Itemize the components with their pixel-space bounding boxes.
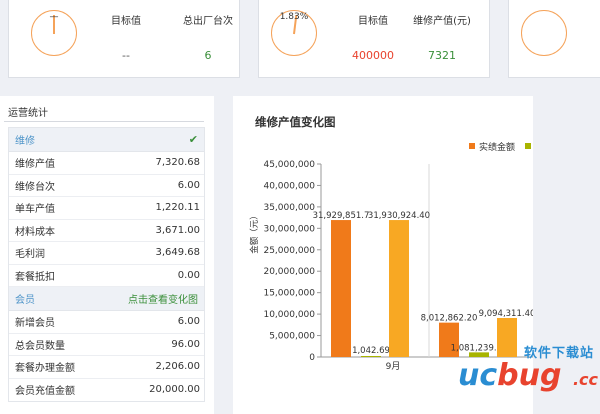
bar-data-label: 31,929,851.7 (313, 211, 370, 221)
kpi-factory-count-value: 6 (204, 49, 212, 62)
bar (331, 220, 351, 357)
bar-data-label: 9,094,311.40 (479, 309, 533, 319)
table-row: 单车产值 1,220.11 (9, 197, 204, 220)
bar-data-label: 31,930,924.40 (368, 211, 430, 221)
repair-section-header[interactable]: 维修 ✔ (9, 128, 204, 152)
row-value: 0.00 (177, 269, 200, 281)
row-label: 套餐抵扣 (15, 271, 55, 283)
row-label: 材料成本 (15, 226, 55, 238)
table-row: 新增会员 6.00 (9, 311, 204, 334)
row-value: 3,671.00 (155, 224, 200, 236)
kpi-card-factory-count: — 目标值 -- 总出厂台次 6 (8, 0, 240, 78)
table-row: 会员充值金额 20,000.00 (9, 379, 204, 402)
table-row: 维修产值 7,320.68 (9, 152, 204, 175)
table-row: 套餐抵扣 0.00 (9, 265, 204, 287)
row-value: 6.00 (177, 179, 200, 191)
stats-table: 维修 ✔ 维修产值 7,320.68 维修台次 6.00 单车产值 1,220.11 … (8, 127, 205, 402)
x-tick-label: 9月 (386, 361, 401, 372)
row-label: 维修产值 (15, 159, 55, 171)
y-tick-label: 45,000,000 (263, 160, 315, 170)
y-tick-label: 20,000,000 (263, 267, 315, 277)
y-tick-label: 15,000,000 (263, 289, 315, 299)
row-label: 总会员数量 (15, 340, 65, 352)
stats-panel-title: 运营统计 (8, 108, 48, 119)
progress-gauge: — (31, 10, 77, 56)
y-tick-label: 0 (309, 353, 315, 363)
repair-section-label: 维修 (15, 136, 35, 147)
row-value: 6.00 (177, 316, 200, 328)
kpi-factory-count-label: 总出厂台次 (183, 16, 233, 27)
legend-swatch (469, 143, 475, 149)
kpi-card-partial (508, 0, 600, 78)
divider (4, 121, 204, 122)
watermark-logo: ucbug (458, 358, 561, 393)
y-axis-title: 金额（元） (249, 211, 260, 254)
y-tick-label: 40,000,000 (263, 181, 315, 191)
row-label: 单车产值 (15, 204, 55, 216)
row-label: 新增会员 (15, 318, 55, 330)
view-change-chart-link[interactable]: 点击查看变化图 (128, 291, 198, 306)
watermark-logo-a: uc (458, 358, 498, 393)
progress-gauge: 1.83% (271, 10, 317, 56)
y-tick-label: 5,000,000 (269, 332, 315, 342)
row-value: 3,649.68 (155, 247, 200, 259)
row-value: 20,000.00 (149, 384, 200, 396)
table-row: 材料成本 3,671.00 (9, 220, 204, 242)
row-label: 维修台次 (15, 181, 55, 193)
legend-swatch (525, 143, 531, 149)
check-icon: ✔ (188, 133, 198, 146)
gauge-percent: — (49, 12, 59, 22)
table-row: 毛利润 3,649.68 (9, 242, 204, 265)
kpi-repair-output-value: 7321 (428, 49, 456, 62)
member-section-header[interactable]: 会员 点击查看变化图 (9, 287, 204, 311)
bar (361, 356, 381, 357)
row-value: 96.00 (171, 338, 200, 350)
legend-label: 实绩金额 (479, 141, 515, 153)
table-row: 总会员数量 96.00 (9, 334, 204, 356)
kpi-target-value: -- (122, 49, 130, 62)
site-watermark: 软件下载站 ucbug .cc (458, 338, 600, 408)
table-row: 套餐办理金额 2,206.00 (9, 356, 204, 379)
watermark-suffix: .cc (572, 370, 598, 389)
table-row: 维修台次 6.00 (9, 175, 204, 197)
y-tick-label: 30,000,000 (263, 224, 315, 234)
progress-gauge (521, 10, 567, 56)
row-value: 2,206.00 (155, 361, 200, 373)
watermark-logo-b: bug (497, 358, 562, 393)
row-label: 套餐办理金额 (15, 363, 75, 375)
bar-data-label: 1,042.69 (352, 346, 390, 356)
gauge-percent: 1.83% (279, 12, 309, 22)
y-tick-label: 25,000,000 (263, 246, 315, 256)
member-section-label: 会员 (15, 295, 35, 306)
y-tick-label: 35,000,000 (263, 203, 315, 213)
row-value: 1,220.11 (155, 202, 200, 214)
bar-data-label: 8,012,862.20 (421, 314, 478, 324)
row-value: 7,320.68 (155, 157, 200, 169)
kpi-target-value: 400000 (352, 49, 394, 62)
y-tick-label: 10,000,000 (263, 310, 315, 320)
row-label: 会员充值金额 (15, 386, 75, 398)
kpi-target-label: 目标值 (111, 16, 141, 27)
kpi-card-repair-output: 1.83% 目标值 400000 维修产值(元) 7321 (258, 0, 490, 78)
operations-stats-panel: 运营统计 维修 ✔ 维修产值 7,320.68 维修台次 6.00 单车产值 1,22… (0, 96, 214, 414)
kpi-target-label: 目标值 (358, 16, 388, 27)
kpi-repair-output-label: 维修产值(元) (413, 16, 471, 27)
row-label: 毛利润 (15, 249, 45, 261)
bar (389, 220, 409, 357)
